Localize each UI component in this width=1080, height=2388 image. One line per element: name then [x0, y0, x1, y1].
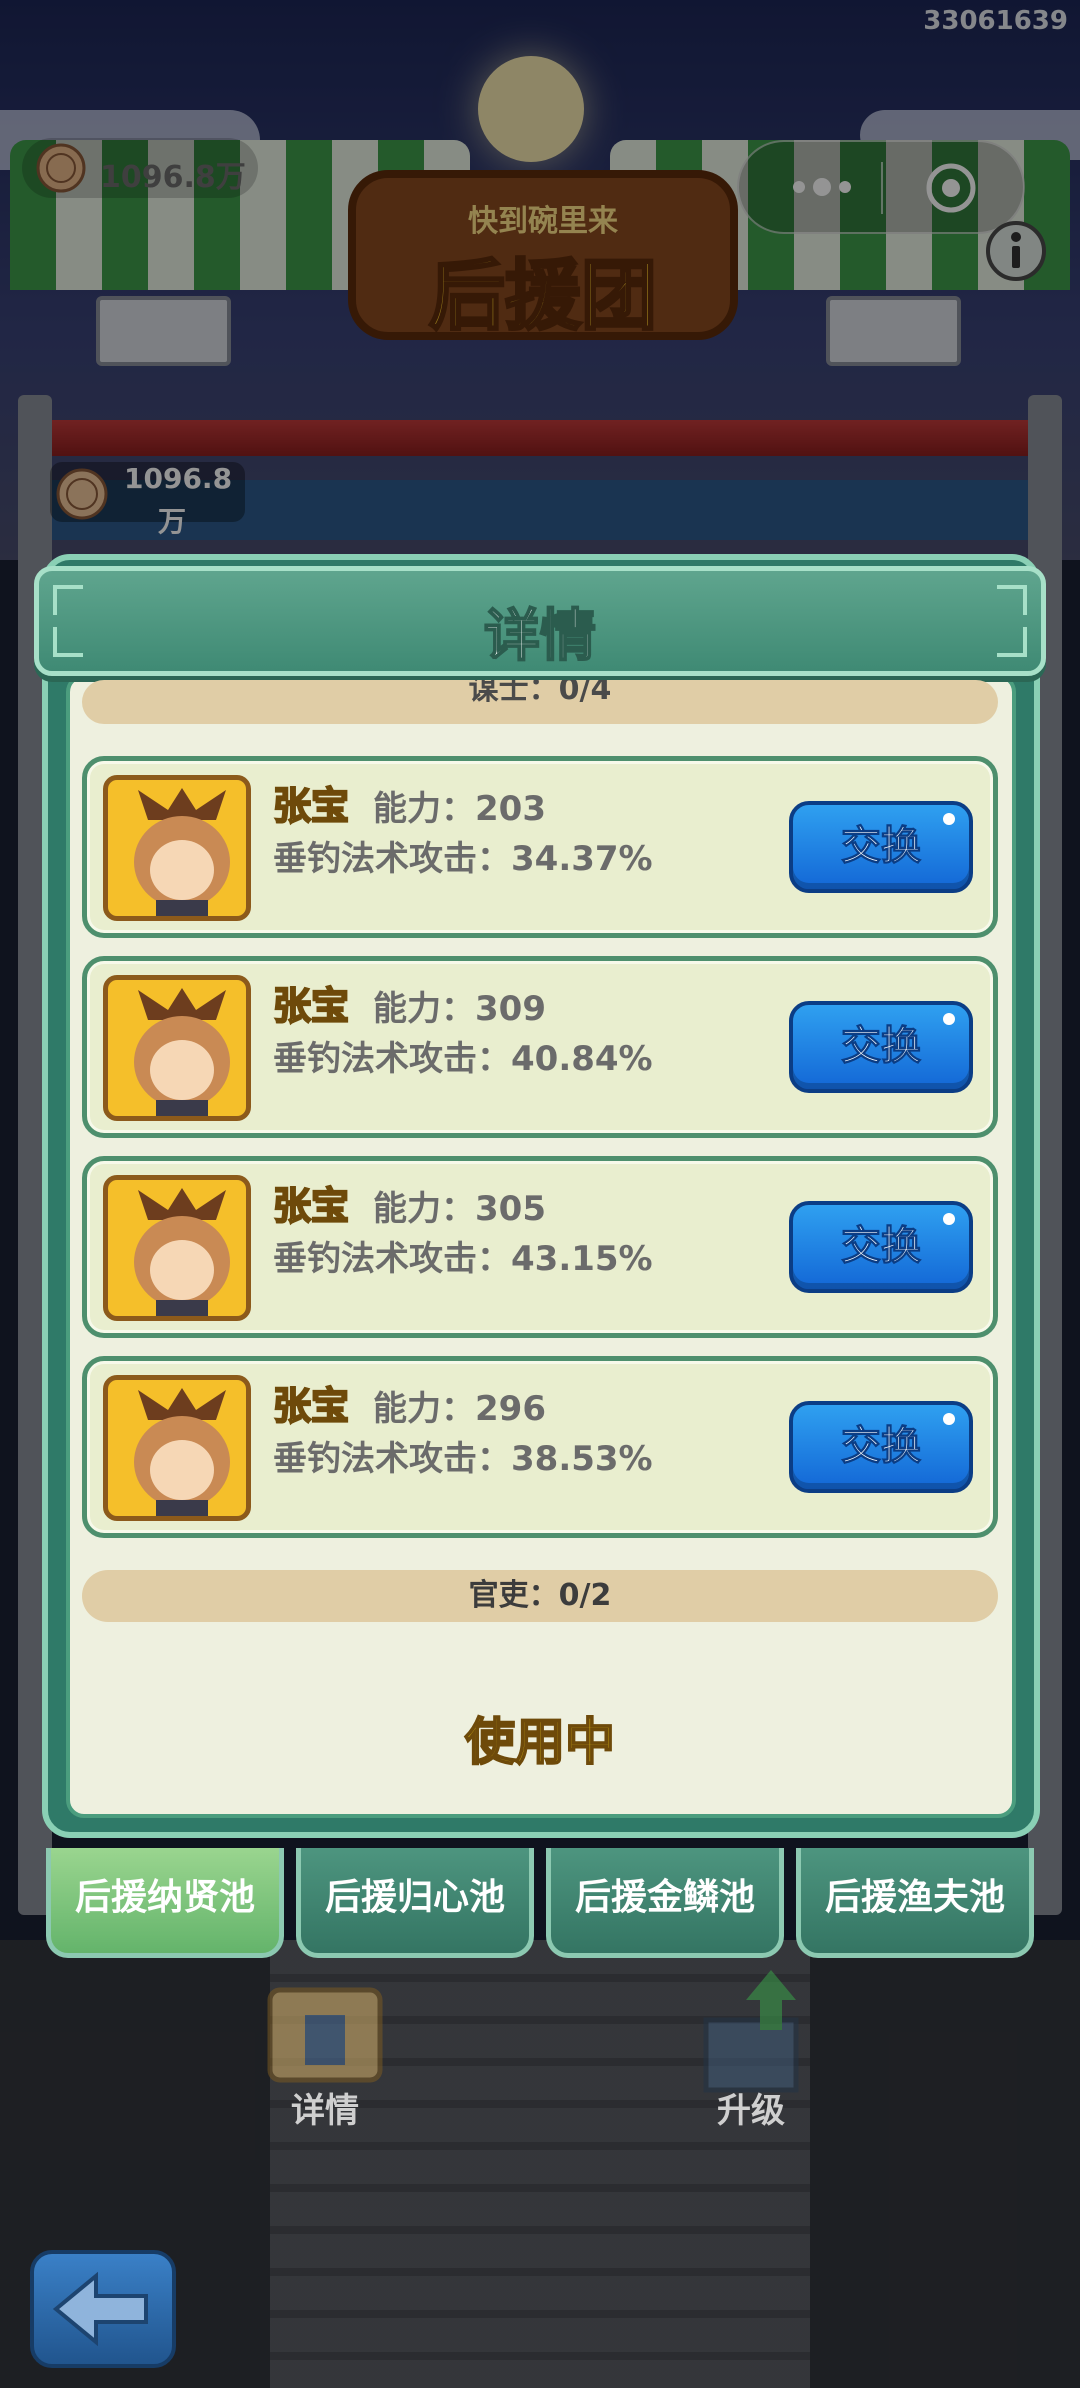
back-button[interactable]	[30, 2250, 176, 2368]
modal-title: 详情	[483, 603, 597, 670]
hero-name: 张宝	[272, 783, 350, 829]
hero-avatar	[103, 975, 251, 1121]
section-bar-advisors: 谋士：0/4	[82, 680, 998, 724]
swap-button[interactable]: 交换	[789, 801, 973, 893]
button-shine	[943, 1013, 955, 1025]
hero-card: 张宝 能力：305 垂钓法术攻击：43.15% 交换	[82, 1156, 998, 1338]
hero-power: 能力：309	[373, 989, 546, 1029]
hero-avatar	[103, 1175, 251, 1321]
swap-button[interactable]: 交换	[789, 1401, 973, 1493]
hero-power: 能力：305	[373, 1189, 546, 1229]
hero-stat: 垂钓法术攻击：40.84%	[273, 1039, 653, 1079]
upgrade-building-icon	[703, 1970, 799, 2093]
swap-button-label: 交换	[841, 1423, 922, 1470]
details-button[interactable]: 详情	[230, 1960, 420, 2132]
swap-button-label: 交换	[841, 823, 922, 870]
hero-avatar	[103, 1375, 251, 1521]
swap-button[interactable]: 交换	[789, 1001, 973, 1093]
hero-card: 张宝 能力：309 垂钓法术攻击：40.84% 交换	[82, 956, 998, 1138]
hero-name: 张宝	[272, 1383, 350, 1429]
scroll-icon	[267, 1987, 383, 2083]
section-label-advisors: 谋士：0/4	[468, 680, 612, 707]
hero-power: 能力：296	[373, 1389, 546, 1429]
button-shine	[943, 813, 955, 825]
hero-stat: 垂钓法术攻击：43.15%	[273, 1239, 653, 1279]
swap-button[interactable]: 交换	[789, 1201, 973, 1293]
section-bar-officials: 官吏：0/2	[82, 1570, 998, 1622]
tab-pool-golden-scale[interactable]: 后援金鳞池	[546, 1848, 784, 1958]
button-shine	[943, 1413, 955, 1425]
hero-stat: 垂钓法术攻击：34.37%	[273, 839, 653, 879]
upgrade-button[interactable]: 升级	[656, 1960, 846, 2132]
tab-pool-fisherman[interactable]: 后援渔夫池	[796, 1848, 1034, 1958]
back-arrow-icon	[52, 2271, 148, 2347]
hero-name: 张宝	[272, 983, 350, 1029]
hero-card: 张宝 能力：296 垂钓法术攻击：38.53% 交换	[82, 1356, 998, 1538]
swap-button-label: 交换	[841, 1023, 922, 1070]
hero-card: 张宝 能力：203 垂钓法术攻击：34.37% 交换	[82, 756, 998, 938]
modal-header: 详情	[34, 566, 1046, 676]
tab-pool-loyalty[interactable]: 后援归心池	[296, 1848, 534, 1958]
tab-pool-recruit[interactable]: 后援纳贤池	[46, 1848, 284, 1958]
swap-button-label: 交换	[841, 1223, 922, 1270]
hero-power: 能力：203	[373, 789, 546, 829]
button-shine	[943, 1213, 955, 1225]
hero-stat: 垂钓法术攻击：38.53%	[273, 1439, 653, 1479]
hero-name: 张宝	[272, 1183, 350, 1229]
in-use-label: 使用中	[464, 1712, 616, 1772]
hero-avatar	[103, 775, 251, 921]
